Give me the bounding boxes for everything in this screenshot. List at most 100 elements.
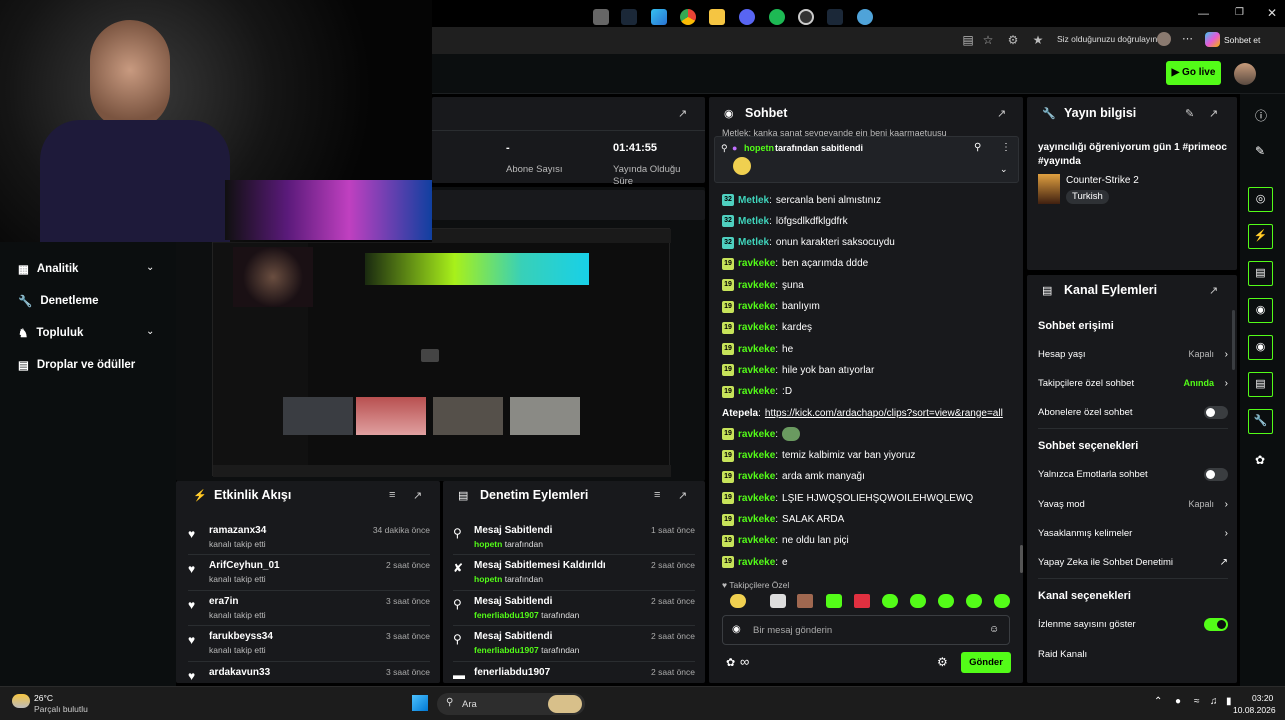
game-cover[interactable] [1038,174,1060,204]
chat-username[interactable]: Metlek [738,237,769,248]
emoji-icon[interactable]: ☺ [989,624,999,635]
chat-button[interactable]: Sohbet et [1224,35,1260,45]
game-name[interactable]: Counter-Strike 2 [1066,175,1139,186]
unpin-icon[interactable]: ⚲ [974,142,981,153]
action-name[interactable]: fenerliabdu1907 [474,667,550,678]
add-widget-icon[interactable]: ✿ [1255,453,1265,467]
info-icon[interactable]: ⓘ [1255,107,1267,124]
chat-username[interactable]: Atepela [722,408,758,419]
rail-chat-button[interactable]: ◉ [1248,298,1273,323]
rail-camera-button[interactable]: ◎ [1248,187,1273,212]
emote-only-row[interactable]: Yalnızca Emotlarla sohbet [1038,466,1228,482]
more-menu-icon[interactable]: ⋯ [1182,32,1193,45]
maximize-icon[interactable]: ❐ [1235,7,1244,18]
chrome-icon[interactable] [680,9,696,25]
sidebar-item-topluluk[interactable]: ♞ Topluluk [18,323,83,343]
windows-start-icon[interactable] [412,695,428,711]
favorites-icon[interactable]: ★ [1030,32,1046,48]
sidebar-item-droplar[interactable]: ▤ Droplar ve ödüller [18,355,135,375]
reader-icon[interactable]: ▤ [960,32,976,48]
identity-prompt[interactable]: Siz olduğunuzu doğrulayın [1057,34,1157,44]
app-icon[interactable] [857,9,873,25]
filter-icon[interactable]: ≡ [389,489,395,501]
chat-username[interactable]: ravkeke [738,344,775,355]
subs-only-toggle[interactable] [1204,405,1228,419]
actor-name[interactable]: hopetn [474,539,502,549]
actor-name[interactable]: fenerliabdu1907 [474,645,539,655]
chat-username[interactable]: ravkeke [738,365,775,376]
ai-moderation-row[interactable]: Yapay Zeka ile Sohbet Denetimi ↗ [1038,554,1228,570]
expand-icon[interactable]: ↗ [997,107,1006,120]
expand-icon[interactable]: ↗ [1209,284,1218,297]
steam-icon[interactable] [621,9,637,25]
spotify-icon[interactable] [769,9,785,25]
battery-icon[interactable]: ▮ [1226,696,1232,707]
emote-icon[interactable] [966,594,982,608]
chat-username[interactable]: ravkeke [738,493,775,504]
edit-icon[interactable]: ✎ [1185,107,1194,120]
favorite-star-icon[interactable]: ☆ [980,32,996,48]
edit-icon[interactable]: ✎ [1255,144,1265,158]
weather-desc[interactable]: Parçalı bulutlu [34,704,88,714]
sidebar-item-denetleme[interactable]: 🔧 Denetleme [18,291,99,311]
follower-name[interactable]: farukbeyss34 [209,631,273,642]
rail-actions-button[interactable]: ▤ [1248,372,1273,397]
chat-username[interactable]: Metlek [738,216,769,227]
emote-icon[interactable] [994,594,1010,608]
chat-username[interactable]: ravkeke [738,535,775,546]
expand-icon[interactable]: ↗ [413,489,422,502]
volume-icon[interactable]: ♫ [1210,696,1218,707]
user-avatar[interactable] [1234,63,1256,85]
follower-name[interactable]: ArifCeyhun_01 [209,560,280,571]
wifi-icon[interactable]: ≈ [1194,696,1200,707]
show-viewers-row[interactable]: İzlenme sayısını göster [1038,616,1228,632]
more-icon[interactable]: ⋮ [1001,142,1011,153]
emote-icon[interactable] [826,594,842,608]
followers-only-row[interactable]: Takipçilere özel sohbet Anında › [1038,375,1228,391]
follower-name[interactable]: era7in [209,596,238,607]
minimize-icon[interactable]: — [1198,8,1209,20]
emote-icon[interactable] [882,594,898,608]
copilot-icon[interactable] [1205,32,1220,47]
clock-time[interactable]: 03:20 [1252,693,1273,703]
chat-username[interactable]: ravkeke [738,322,775,333]
infinity-icon[interactable]: ∞ [740,654,749,669]
rail-broadcast-button[interactable]: ◉ [1248,335,1273,360]
settings-icon[interactable]: ⚙ [937,655,948,669]
account-age-row[interactable]: Hesap yaşı Kapalı › [1038,346,1228,362]
rail-info-button[interactable]: 🔧 [1248,409,1273,434]
edge-icon[interactable] [651,9,667,25]
chevron-down-icon[interactable]: ⌄ [146,262,154,273]
raid-row[interactable]: Raid Kanalı [1038,646,1228,662]
subs-only-row[interactable]: Abonelere özel sohbet [1038,404,1228,420]
chat-username[interactable]: ravkeke [738,280,775,291]
rail-moderation-button[interactable]: ▤ [1248,261,1273,286]
follower-name[interactable]: ardakavun33 [209,667,270,678]
file-explorer-icon[interactable] [709,9,725,25]
emote-icon[interactable] [854,594,870,608]
filter-icon[interactable]: ≡ [654,489,660,501]
emote-icon[interactable] [938,594,954,608]
chat-username[interactable]: ravkeke [738,301,775,312]
chat-link[interactable]: https://kick.com/ardachapo/clips?sort=vi… [765,408,1003,419]
chat-username[interactable]: ravkeke [738,386,775,397]
stream-video[interactable] [212,228,671,477]
chevron-down-icon[interactable]: ⌄ [146,326,154,337]
emote-icon[interactable] [797,594,813,608]
chat-scrollbar[interactable] [1020,545,1023,573]
go-live-button[interactable]: ▶ Go live [1166,61,1221,85]
tray-chevron-icon[interactable]: ⌃ [1154,696,1162,707]
chevron-down-icon[interactable]: ⌄ [1000,164,1008,175]
actor-name[interactable]: fenerliabdu1907 [474,610,539,620]
pinned-user[interactable]: hopetn [744,143,774,153]
sidebar-item-analitik[interactable]: ▦ Analitik [18,259,78,279]
emote-icon[interactable] [910,594,926,608]
app-icon[interactable] [798,9,814,25]
expand-icon[interactable]: ↗ [1209,107,1218,120]
mic-icon[interactable]: ● [1175,696,1181,707]
chat-username[interactable]: ravkeke [738,429,775,440]
clock-date[interactable]: 10.08.2026 [1233,705,1276,715]
chat-username[interactable]: ravkeke [738,450,775,461]
chat-username[interactable]: ravkeke [738,514,775,525]
actor-name[interactable]: hopetn [474,574,502,584]
